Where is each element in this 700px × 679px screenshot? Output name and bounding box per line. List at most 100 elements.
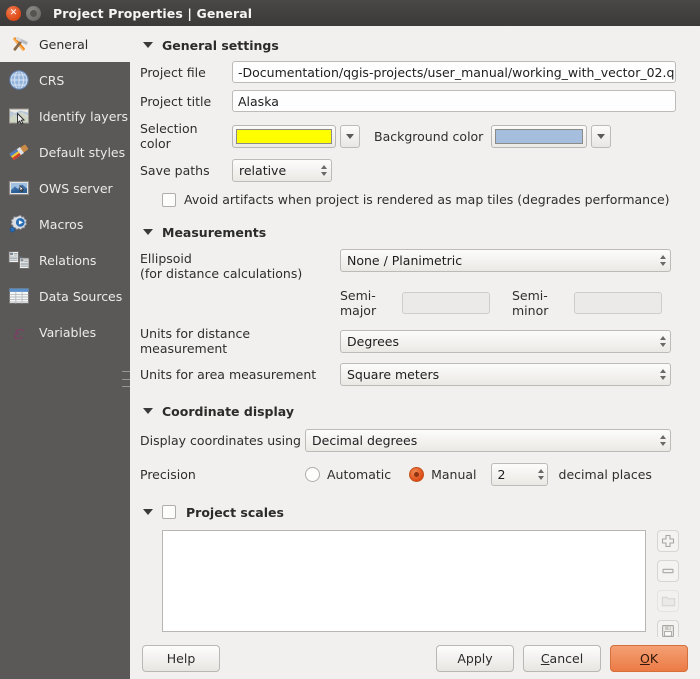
add-scale-button[interactable]	[657, 530, 679, 552]
gear-play-icon	[6, 211, 32, 237]
spin-arrows-icon	[321, 165, 327, 176]
collapse-triangle-icon	[143, 42, 153, 48]
background-color-dropdown[interactable]	[591, 124, 612, 148]
section-coordinate-display[interactable]: Coordinate display	[140, 400, 692, 422]
help-button[interactable]: Help	[142, 644, 220, 672]
project-file-label: Project file	[140, 64, 206, 80]
sidebar-item-ows-server[interactable]: OWS server	[0, 170, 130, 206]
save-scales-button[interactable]	[657, 620, 679, 637]
remove-scale-button[interactable]	[657, 560, 679, 582]
sidebar-item-label: Macros	[39, 216, 84, 232]
decimal-places-suffix: decimal places	[558, 467, 652, 482]
tools-icon	[6, 31, 32, 57]
display-coordinates-combobox[interactable]: Decimal degrees	[305, 429, 671, 452]
sidebar-item-relations[interactable]: Relations	[0, 242, 130, 278]
chevron-down-icon	[597, 133, 606, 139]
decimal-places-value: 2	[497, 467, 506, 482]
sidebar-item-variables[interactable]: ε Variables	[0, 314, 130, 350]
sidebar-item-label: Variables	[39, 324, 97, 340]
project-properties-dialog: ✕ Project Properties | General General C…	[0, 0, 700, 679]
semi-major-input[interactable]	[402, 292, 490, 314]
sidebar-item-crs[interactable]: CRS	[0, 62, 130, 98]
collapse-triangle-icon	[143, 509, 153, 515]
relations-icon	[6, 247, 32, 273]
chevron-down-icon	[346, 133, 354, 139]
save-paths-combobox[interactable]: relative	[232, 159, 332, 182]
save-paths-value: relative	[239, 163, 287, 178]
section-title: Coordinate display	[162, 403, 294, 419]
decimal-places-spinbox[interactable]: 2	[490, 463, 548, 486]
precision-automatic-radio[interactable]	[305, 467, 320, 482]
section-project-scales[interactable]: Project scales	[140, 501, 692, 523]
dialog-button-bar: Help Apply Cancel OK	[130, 637, 700, 679]
sidebar: General CRS Identify layers Default styl…	[0, 26, 130, 679]
collapse-triangle-icon	[143, 408, 153, 414]
ellipsoid-value: None / Planimetric	[347, 253, 463, 268]
sidebar-splitter-handle[interactable]	[122, 371, 130, 387]
project-title-input[interactable]: Alaska	[232, 90, 676, 112]
close-icon[interactable]: ✕	[6, 5, 21, 21]
area-units-label: Units for area measurement	[140, 367, 317, 382]
avoid-artifacts-label: Avoid artifacts when project is rendered…	[184, 192, 670, 207]
section-general-settings[interactable]: General settings	[140, 34, 692, 56]
spin-arrows-icon	[660, 369, 666, 380]
background-color-swatch	[495, 128, 584, 144]
display-coordinates-label: Display coordinates using	[140, 433, 301, 448]
project-scales-checkbox[interactable]	[162, 505, 176, 519]
section-title: Measurements	[162, 224, 267, 240]
project-file-input[interactable]: -Documentation/qgis-projects/user_manual…	[232, 61, 676, 83]
semi-minor-input[interactable]	[574, 292, 662, 314]
spin-arrows-icon	[660, 435, 666, 446]
sidebar-item-label: OWS server	[39, 180, 113, 196]
background-color-button[interactable]	[491, 124, 588, 148]
maximize-icon[interactable]	[26, 5, 41, 21]
cancel-button[interactable]: Cancel	[523, 644, 601, 672]
minus-icon	[662, 568, 674, 574]
precision-automatic-label: Automatic	[327, 467, 392, 482]
precision-label: Precision	[140, 467, 196, 482]
area-units-combobox[interactable]: Square meters	[340, 363, 671, 386]
selection-color-label: Selection color	[140, 121, 198, 151]
selection-color-dropdown[interactable]	[340, 124, 360, 148]
window-title: Project Properties | General	[53, 5, 253, 21]
ellipsoid-combobox[interactable]: None / Planimetric	[340, 249, 671, 272]
precision-manual-radio[interactable]	[409, 467, 425, 482]
precision-manual-label: Manual	[431, 467, 477, 482]
save-paths-label: Save paths	[140, 163, 210, 178]
folder-icon	[661, 596, 675, 607]
ellipsoid-label-line1: Ellipsoid	[140, 251, 192, 266]
open-scales-button[interactable]	[657, 590, 679, 612]
sidebar-item-label: Data Sources	[39, 288, 123, 304]
selection-color-swatch	[236, 128, 332, 144]
sidebar-item-identify-layers[interactable]: Identify layers	[0, 98, 130, 134]
background-color-label: Background color	[374, 128, 484, 144]
distance-units-label: Units for distance measurement	[140, 326, 251, 356]
table-icon	[6, 283, 32, 309]
project-scales-list[interactable]	[162, 530, 646, 632]
server-map-icon	[6, 175, 32, 201]
apply-button[interactable]: Apply	[436, 644, 514, 672]
paintbrush-icon	[6, 139, 32, 165]
globe-icon	[6, 67, 32, 93]
map-cursor-icon	[6, 103, 32, 129]
settings-pane: General settings Project file -Documenta…	[130, 26, 700, 637]
distance-units-combobox[interactable]: Degrees	[340, 329, 671, 353]
section-title: General settings	[162, 37, 279, 53]
semi-major-label: Semi-major	[340, 288, 377, 318]
sidebar-item-label: CRS	[39, 72, 65, 88]
avoid-artifacts-checkbox[interactable]	[162, 192, 176, 207]
sidebar-item-label: General	[39, 36, 89, 52]
svg-text:ε: ε	[14, 320, 25, 344]
sidebar-item-macros[interactable]: Macros	[0, 206, 130, 242]
ok-label: OK	[639, 650, 659, 666]
distance-units-value: Degrees	[347, 333, 400, 349]
ok-button[interactable]: OK	[610, 644, 688, 672]
cancel-label: Cancel	[540, 650, 584, 666]
sidebar-item-general[interactable]: General	[0, 26, 130, 62]
selection-color-button[interactable]	[232, 124, 336, 148]
display-coordinates-value: Decimal degrees	[312, 433, 418, 448]
sidebar-item-data-sources[interactable]: Data Sources	[0, 278, 130, 314]
section-measurements[interactable]: Measurements	[140, 221, 692, 243]
sidebar-item-default-styles[interactable]: Default styles	[0, 134, 130, 170]
epsilon-icon: ε	[6, 319, 32, 345]
